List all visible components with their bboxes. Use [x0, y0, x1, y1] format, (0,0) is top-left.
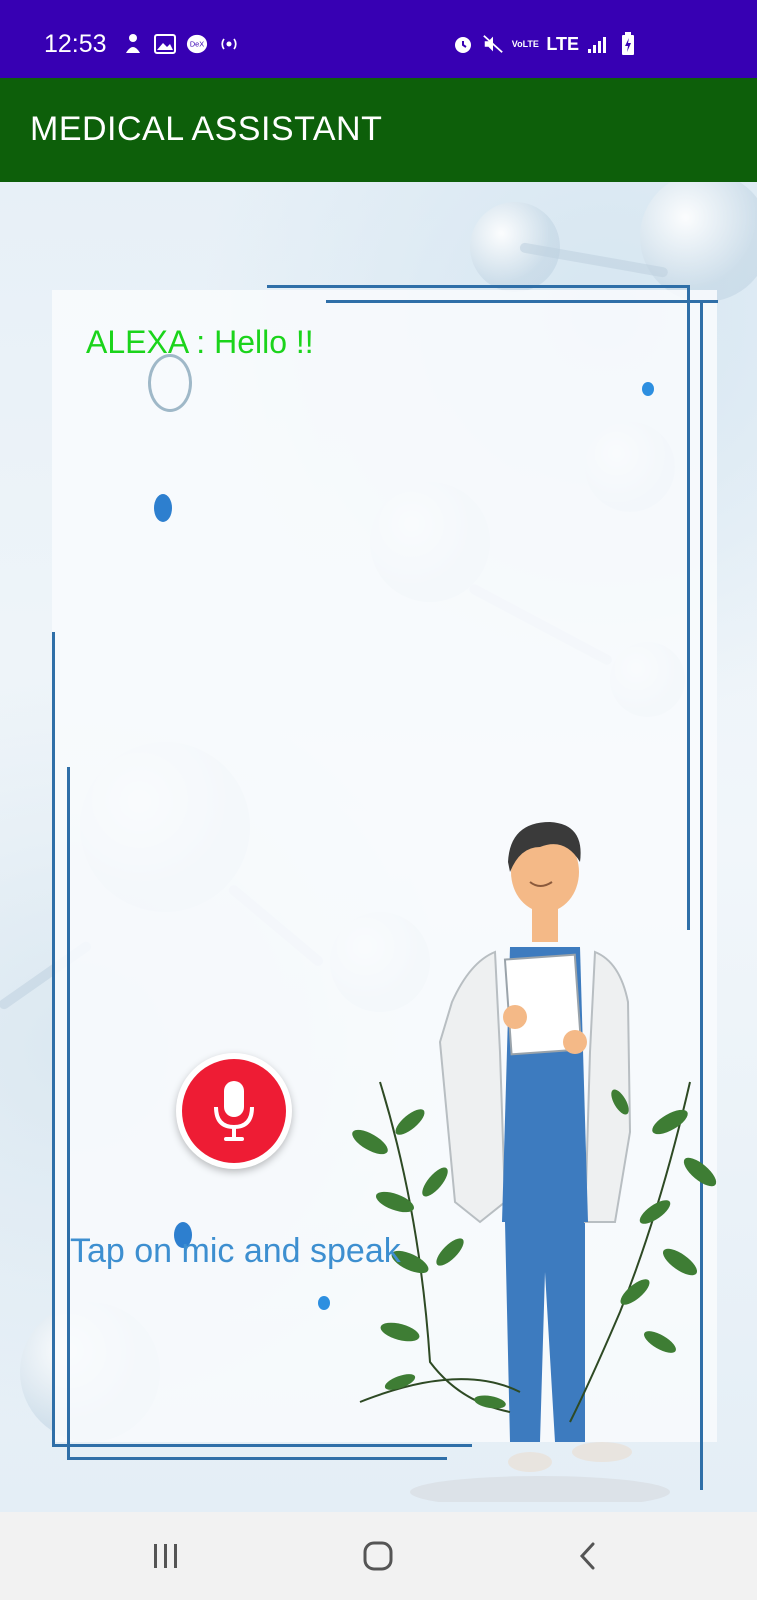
tap-hint-text: Tap on mic and speak: [70, 1232, 401, 1270]
alexa-response-text: ALEXA : Hello !!: [86, 324, 314, 360]
app-bar: MEDICAL ASSISTANT: [0, 78, 757, 182]
back-icon: [579, 1542, 595, 1570]
app-title: MEDICAL ASSISTANT: [30, 110, 383, 148]
home-icon: [363, 1541, 393, 1571]
frame-line: [52, 632, 55, 1447]
image-icon: [154, 33, 176, 55]
dot-decoration: [642, 382, 654, 396]
signal-icon: [587, 33, 609, 55]
mic-button[interactable]: [176, 1053, 292, 1169]
dex-icon: DeX: [186, 33, 208, 55]
home-button[interactable]: [358, 1538, 398, 1574]
dot-decoration: [154, 494, 172, 522]
status-right-icons: VoLTE LTE: [452, 32, 639, 55]
recent-apps-button[interactable]: [146, 1538, 186, 1574]
dot-decoration: [318, 1296, 330, 1310]
broadcast-icon: [218, 33, 240, 55]
alarm-icon: [452, 33, 474, 55]
battery-icon: [617, 32, 639, 55]
navigation-bar: [0, 1512, 757, 1600]
lte-label: LTE: [546, 33, 579, 54]
status-left-icons: DeX: [122, 33, 240, 55]
status-time: 12:53: [44, 30, 107, 58]
recent-apps-icon: [154, 1544, 177, 1568]
mic-button-inner: [182, 1059, 286, 1163]
dex-label: DeX: [190, 40, 204, 49]
microphone-icon: [214, 1081, 254, 1141]
molecule-decoration: [640, 182, 757, 302]
status-bar: 12:53 DeX VoLTE LTE: [0, 0, 757, 78]
person-icon: [122, 33, 144, 55]
volte-label: VoLTE: [511, 39, 539, 49]
mute-icon: [482, 33, 504, 55]
frame-line: [67, 767, 70, 1457]
frame-line: [267, 285, 687, 288]
volte-icon: VoLTE: [511, 33, 539, 55]
main-content: ALEXA : Hello !! Tap on mic and speak: [0, 182, 757, 1512]
ring-decoration: [148, 354, 192, 412]
frame-line: [326, 300, 718, 303]
back-button[interactable]: [568, 1538, 608, 1574]
